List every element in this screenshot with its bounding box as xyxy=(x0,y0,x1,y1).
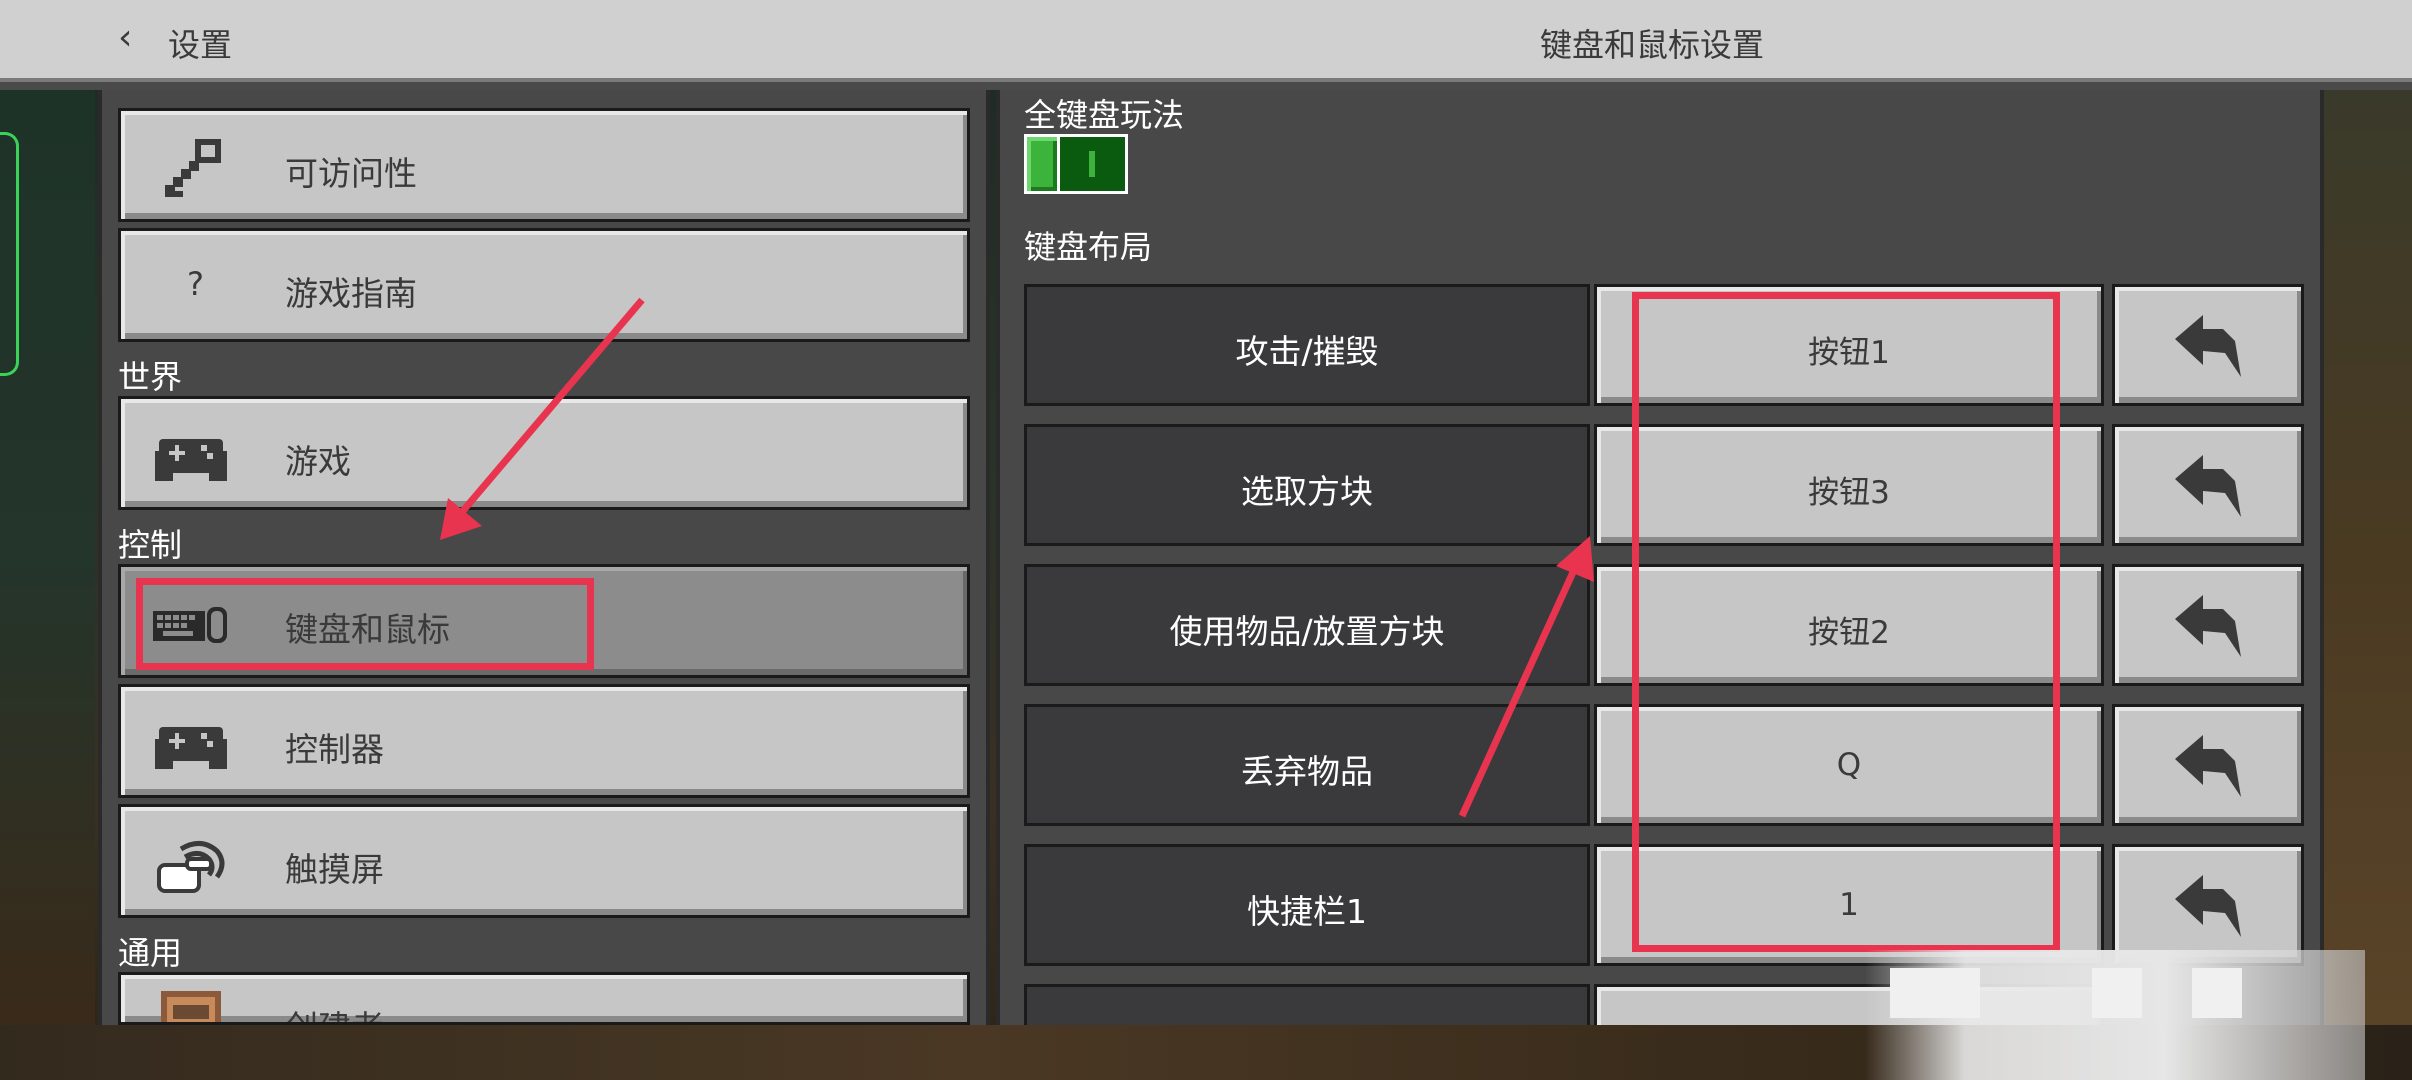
header-divider xyxy=(0,82,2412,90)
creator-icon xyxy=(161,991,221,1022)
gamepad-icon xyxy=(155,439,227,481)
reset-binding-button[interactable] xyxy=(2112,704,2304,826)
question-icon: ? xyxy=(187,265,204,303)
key-icon xyxy=(165,139,221,197)
settings-header: ‹ 设置 键盘和鼠标设置 xyxy=(0,0,2412,82)
watermark-block xyxy=(1890,968,1980,1018)
binding-action xyxy=(1024,984,1590,1025)
binding-action: 攻击/摧毁 xyxy=(1024,284,1590,406)
reset-binding-button[interactable] xyxy=(2112,284,2304,406)
reset-binding-button[interactable] xyxy=(2112,844,2304,966)
chevron-left-icon[interactable]: ‹ xyxy=(118,18,154,58)
world-right-edge xyxy=(2320,90,2412,1025)
sidebar-item-label: 游戏 xyxy=(285,442,351,481)
sidebar-item-creator[interactable]: 创建者 xyxy=(118,972,970,1025)
sidebar-item-label: 创建者 xyxy=(285,1001,384,1022)
sidebar-item-game[interactable]: 游戏 xyxy=(118,396,970,510)
undo-arrow-icon xyxy=(2175,735,2241,797)
sidebar-item-accessibility[interactable]: 可访问性 xyxy=(118,108,970,222)
binding-action: 快捷栏1 xyxy=(1024,844,1590,966)
sidebar-item-game-guide[interactable]: ? 游戏指南 xyxy=(118,228,970,342)
page-title: 键盘和鼠标设置 xyxy=(1540,26,1765,64)
binding-action: 选取方块 xyxy=(1024,424,1590,546)
sidebar-item-touchscreen[interactable]: 触摸屏 xyxy=(118,804,970,918)
sidebar-item-label: 游戏指南 xyxy=(285,274,417,313)
section-label-controls: 控制 xyxy=(118,526,183,564)
undo-arrow-icon xyxy=(2175,875,2241,937)
watermark-block xyxy=(2192,968,2242,1018)
reset-binding-button[interactable] xyxy=(2112,424,2304,546)
green-frame-edge xyxy=(0,132,19,376)
highlight-box-sidebar xyxy=(136,578,594,670)
gamepad-icon xyxy=(155,727,227,769)
watermark-block xyxy=(2092,968,2142,1018)
undo-arrow-icon xyxy=(2175,315,2241,377)
back-button[interactable]: 设置 xyxy=(168,20,232,66)
undo-arrow-icon xyxy=(2175,595,2241,657)
keyboard-layout-label: 键盘布局 xyxy=(1024,228,1153,266)
reset-binding-button[interactable] xyxy=(2112,564,2304,686)
sidebar-item-label: 可访问性 xyxy=(285,154,417,193)
toggle-knob xyxy=(1024,134,1060,194)
highlight-box-keys xyxy=(1632,292,2060,952)
section-label-world: 世界 xyxy=(118,358,183,396)
sidebar-item-controller[interactable]: 控制器 xyxy=(118,684,970,798)
binding-action: 使用物品/放置方块 xyxy=(1024,564,1590,686)
sidebar-item-label: 触摸屏 xyxy=(285,850,384,889)
full-keyboard-label: 全键盘玩法 xyxy=(1024,96,1185,134)
touch-icon xyxy=(157,841,225,893)
full-keyboard-toggle[interactable] xyxy=(1024,134,1128,194)
settings-sidebar[interactable]: 可访问性 ? 游戏指南 世界 游戏 控制 键盘和鼠标 控制器 触摸屏 通用 xyxy=(98,90,990,1025)
binding-action: 丢弃物品 xyxy=(1024,704,1590,826)
undo-arrow-icon xyxy=(2175,455,2241,517)
sidebar-item-label: 控制器 xyxy=(285,730,384,769)
toggle-on-mark xyxy=(1089,151,1095,177)
section-label-general: 通用 xyxy=(118,934,183,972)
